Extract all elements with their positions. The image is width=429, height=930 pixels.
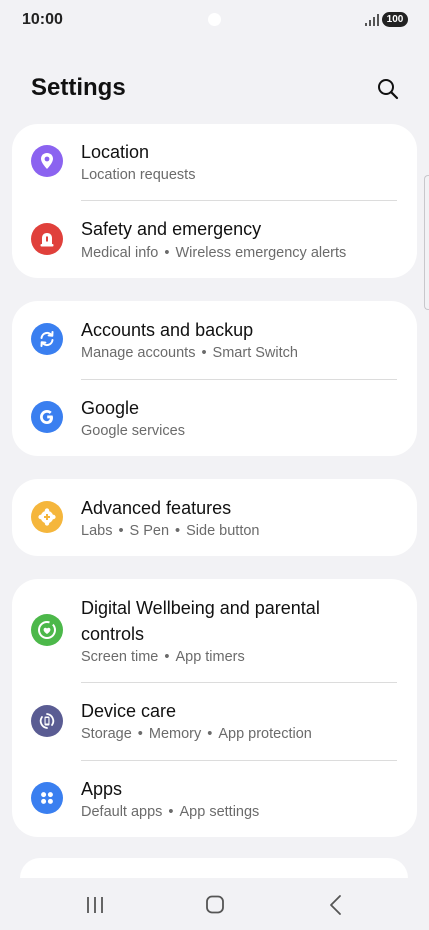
item-subtitle: Medical info • Wireless emergency alerts xyxy=(81,245,347,261)
recent-apps-icon xyxy=(87,897,103,913)
item-title: Google xyxy=(81,398,140,418)
header: Settings xyxy=(0,60,429,116)
back-button[interactable] xyxy=(321,892,351,918)
settings-item-apps[interactable]: Apps Default apps • App settings xyxy=(12,760,417,837)
item-subtitle: Labs • S Pen • Side button xyxy=(81,523,260,539)
home-button[interactable] xyxy=(200,892,230,918)
item-title: Accounts and backup xyxy=(81,320,254,340)
navigation-bar xyxy=(0,878,429,930)
settings-item-accounts-backup[interactable]: Accounts and backup Manage accounts • Smar… xyxy=(12,301,417,379)
item-subtitle: Storage • Memory • App protection xyxy=(81,726,312,742)
recent-apps-button[interactable] xyxy=(81,892,111,918)
settings-card-3: Advanced features Labs • S Pen • Side button xyxy=(12,479,417,556)
search-icon xyxy=(378,79,399,100)
item-subtitle: Google services xyxy=(81,423,185,439)
settings-card-4: Digital Wellbeing and parental controls … xyxy=(12,579,417,837)
settings-card-2: Accounts and backup Manage accounts • Smar… xyxy=(12,301,417,456)
wellbeing-heart-icon xyxy=(31,614,63,646)
battery-icon: 100 xyxy=(382,12,408,27)
page-title: Settings xyxy=(31,74,126,101)
item-subtitle: Default apps • App settings xyxy=(81,804,260,820)
location-pin-icon xyxy=(31,145,63,177)
settings-item-digital-wellbeing[interactable]: Digital Wellbeing and parental controls … xyxy=(12,579,417,682)
siren-icon xyxy=(31,223,63,255)
settings-item-google[interactable]: Google Google services xyxy=(12,379,417,456)
settings-card-1: Location Location requests Safety and em… xyxy=(12,124,417,278)
google-g-icon xyxy=(31,401,63,433)
item-subtitle: Screen time • App timers xyxy=(81,649,245,665)
status-bar: 10:00 100 xyxy=(0,0,429,40)
item-subtitle: Manage accounts • Smart Switch xyxy=(81,345,298,361)
item-title: Advanced features xyxy=(81,498,232,518)
home-icon xyxy=(206,895,224,914)
scroll-indicator[interactable] xyxy=(424,175,429,310)
gear-plus-icon xyxy=(31,501,63,533)
item-title: Safety and emergency xyxy=(81,219,262,239)
sync-icon xyxy=(31,323,63,355)
item-title: Apps xyxy=(81,779,123,799)
search-button[interactable] xyxy=(374,75,402,103)
signal-icon xyxy=(365,14,379,26)
settings-item-safety-emergency[interactable]: Safety and emergency Medical info • Wirele… xyxy=(12,201,417,278)
item-title: Device care xyxy=(81,701,177,721)
device-care-icon xyxy=(31,705,63,737)
camera-cutout xyxy=(208,13,221,26)
item-title: Location xyxy=(81,142,150,162)
apps-grid-icon xyxy=(31,782,63,814)
back-icon xyxy=(330,895,341,915)
item-subtitle: Location requests xyxy=(81,167,196,183)
status-time: 10:00 xyxy=(22,11,63,28)
settings-item-advanced-features[interactable]: Advanced features Labs • S Pen • Side button xyxy=(12,479,417,556)
settings-item-device-care[interactable]: Device care Storage • Memory • App protectio… xyxy=(12,682,417,760)
item-title: Digital Wellbeing and parental controls xyxy=(81,598,320,644)
settings-item-location[interactable]: Location Location requests xyxy=(12,124,417,201)
